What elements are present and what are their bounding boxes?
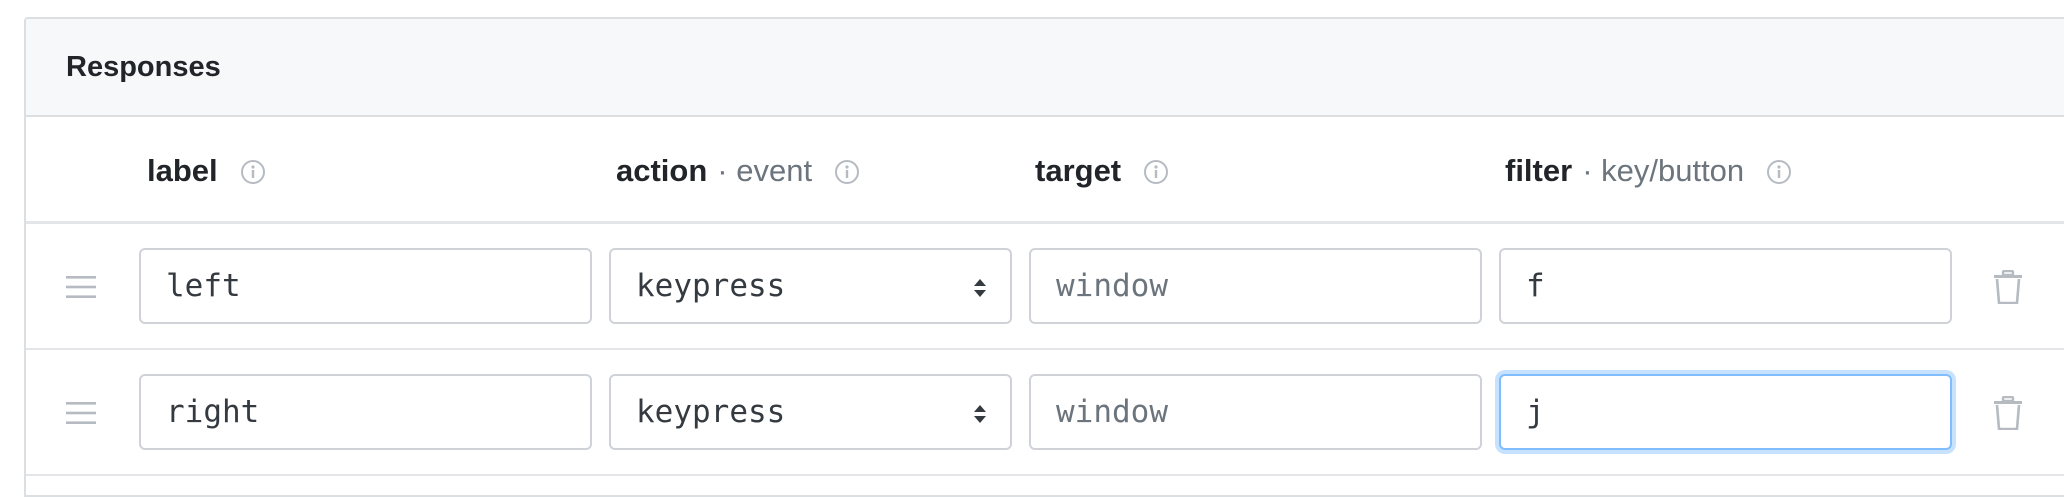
column-title: filter: [1505, 152, 1573, 188]
action-select-value: keypress: [636, 268, 786, 304]
info-icon[interactable]: [240, 159, 266, 185]
column-header-action: action · event: [616, 117, 860, 224]
panel-title: Responses: [66, 50, 221, 83]
column-subtitle: · key/button: [1582, 152, 1745, 188]
drag-handle-icon[interactable]: [66, 401, 96, 425]
trash-icon[interactable]: [1993, 270, 2023, 304]
response-row: right keypress window j: [26, 350, 2064, 476]
label-input[interactable]: left: [139, 248, 592, 324]
column-header-label: label: [147, 117, 266, 224]
select-caret-icon: [974, 279, 986, 297]
action-select-value: keypress: [636, 394, 786, 430]
select-caret-icon: [974, 405, 986, 423]
action-select[interactable]: keypress: [609, 248, 1012, 324]
trash-icon[interactable]: [1993, 396, 2023, 430]
column-title: target: [1035, 152, 1122, 188]
drag-handle-icon[interactable]: [66, 275, 96, 299]
column-title: action: [616, 152, 708, 188]
filter-input[interactable]: f: [1499, 248, 1952, 324]
filter-input[interactable]: j: [1499, 374, 1952, 450]
responses-panel: Responses label action · event target fi…: [24, 17, 2064, 497]
action-select[interactable]: keypress: [609, 374, 1012, 450]
column-header-filter: filter · key/button: [1505, 117, 1792, 224]
info-icon[interactable]: [834, 159, 860, 185]
label-input[interactable]: right: [139, 374, 592, 450]
target-input[interactable]: window: [1029, 374, 1482, 450]
column-header-target: target: [1035, 117, 1169, 224]
target-input[interactable]: window: [1029, 248, 1482, 324]
info-icon[interactable]: [1766, 159, 1792, 185]
column-subtitle: · event: [717, 152, 813, 188]
column-title: label: [147, 152, 218, 188]
panel-header: Responses: [26, 19, 2064, 117]
column-header-row: label action · event target filter · key…: [26, 117, 2064, 224]
info-icon[interactable]: [1143, 159, 1169, 185]
response-row: left keypress window f: [26, 224, 2064, 350]
